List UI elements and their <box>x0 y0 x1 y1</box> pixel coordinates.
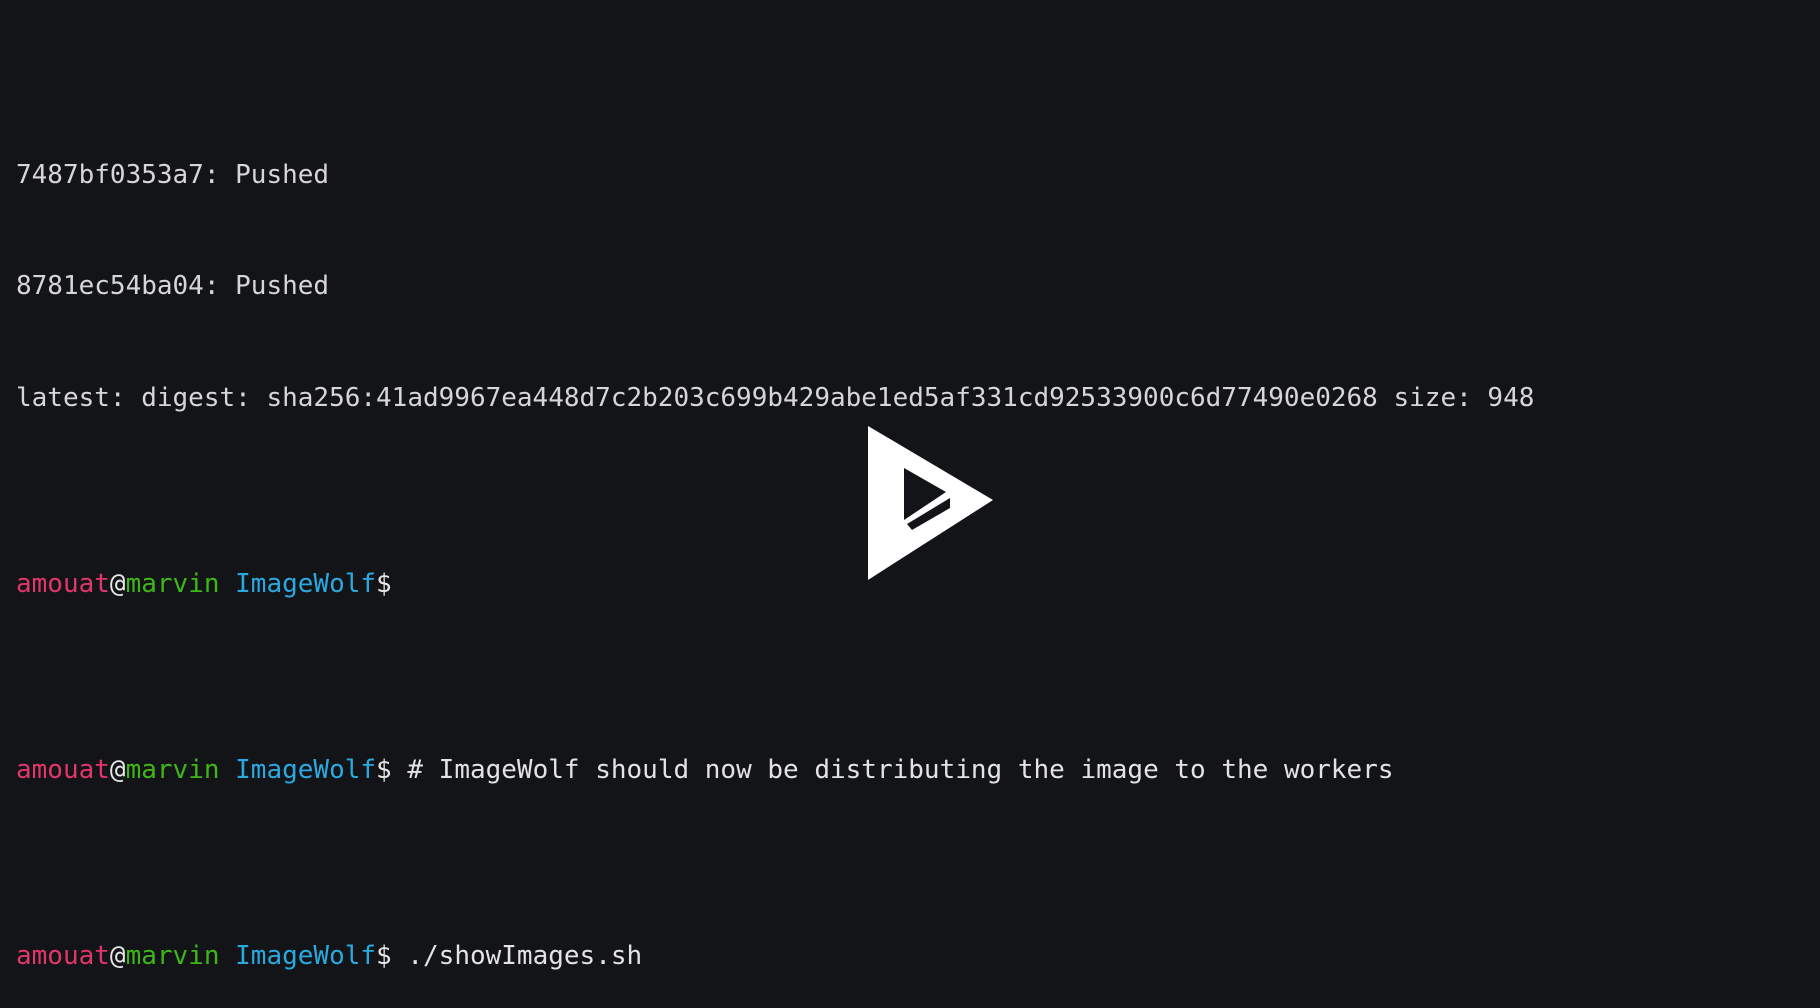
prompt-dir: ImageWolf <box>235 755 377 785</box>
output-text: 7487bf0353a7: Pushed <box>16 159 330 190</box>
prompt-symbol: $ <box>376 569 392 599</box>
prompt-user: amouat <box>16 941 110 971</box>
prompt-host: marvin <box>125 569 220 599</box>
command-text: ./showImages.sh <box>407 941 643 971</box>
output-text: latest: digest: sha256:41ad9967ea448d7c2… <box>16 383 1535 413</box>
prompt-symbol: $ <box>376 941 392 971</box>
terminal-window: 7487bf0353a7: Pushed 8781ec54ba04: Pushe… <box>0 0 1820 1008</box>
prompt-at: @ <box>109 755 126 785</box>
prompt-at: @ <box>109 569 126 599</box>
prompt-at: @ <box>109 941 126 971</box>
output-line: 7487bf0353a7: Pushed <box>16 157 1820 194</box>
prompt-gap <box>392 941 408 971</box>
prompt-user: amouat <box>16 755 110 785</box>
play-button[interactable] <box>860 424 995 582</box>
prompt-host: marvin <box>125 755 220 785</box>
prompt-line: amouat@marvin ImageWolf$ ./showImages.sh <box>16 938 1820 975</box>
prompt-symbol: $ <box>376 755 392 785</box>
command-text: # ImageWolf should now be distributing t… <box>407 755 1394 785</box>
output-line: 8781ec54ba04: Pushed <box>16 268 1820 305</box>
prompt-gap <box>392 755 408 785</box>
prompt-line: amouat@marvin ImageWolf$ # ImageWolf sho… <box>16 752 1820 789</box>
output-line: latest: digest: sha256:41ad9967ea448d7c2… <box>16 380 1820 417</box>
output-text: 8781ec54ba04: Pushed <box>16 271 330 302</box>
prompt-gap <box>392 569 408 599</box>
prompt-dir: ImageWolf <box>235 569 377 599</box>
prompt-user: amouat <box>16 569 110 599</box>
prompt-host: marvin <box>125 941 220 971</box>
play-icon <box>868 426 993 580</box>
prompt-dir: ImageWolf <box>235 941 377 971</box>
